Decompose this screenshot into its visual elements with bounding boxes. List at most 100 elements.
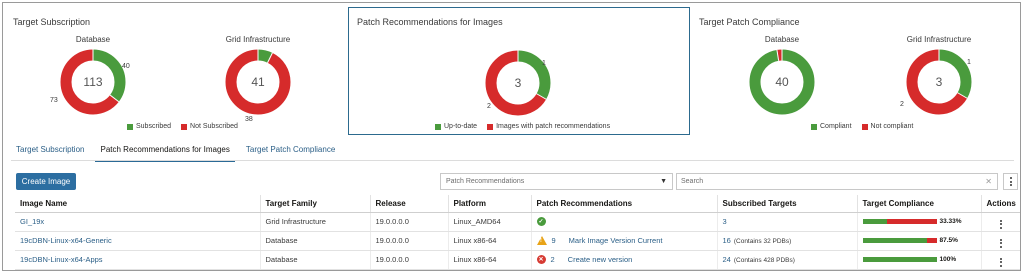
column-header[interactable]: Subscribed Targets (717, 195, 858, 213)
up-to-date-count: 1 (542, 60, 546, 67)
legend-item: Not compliant (861, 123, 913, 130)
recommendation-count[interactable]: 9 (552, 236, 556, 245)
compliance-bar (862, 238, 937, 243)
pdb-note: (Contains 32 PDBs) (733, 238, 792, 245)
legend-label: Subscribed (136, 123, 172, 130)
image-name-link[interactable]: 19cDBN-Linux-x64-Apps (15, 250, 261, 270)
release: 19.0.0.0.0 (370, 250, 449, 270)
not-subscribed-count: 73 (50, 97, 58, 104)
compliance-bar (862, 219, 937, 224)
mark-image-version-current-link[interactable]: Mark Image Version Current (569, 236, 663, 245)
recommendations-count: 2 (487, 103, 491, 110)
image-name-link[interactable]: 19cDBN-Linux-x64-Generic (15, 231, 261, 251)
donut-chart: 41 (225, 49, 291, 115)
table-row[interactable]: 19cDBN-Linux-x64-Apps Database 19.0.0.0.… (15, 250, 1020, 270)
red-swatch (861, 123, 868, 130)
search-input[interactable]: Search ✕ (676, 173, 998, 190)
target-compliance-cell: 100% (857, 250, 982, 270)
table-row[interactable]: 19cDBN-Linux-x64-Generic Database 19.0.0… (15, 231, 1020, 251)
patch-recommendations-card[interactable]: Patch Recommendations for Images 3 1 2 U… (348, 7, 690, 135)
card-title: Patch Recommendations for Images (357, 17, 503, 27)
chevron-down-icon: ▼ (660, 178, 667, 185)
row-actions-button[interactable] (999, 257, 1002, 267)
database-donut[interactable]: Database 113 40 73 (50, 35, 130, 115)
compliance-percent: 100% (939, 256, 957, 263)
legend-item: Subscribed (127, 123, 171, 130)
patch-recommendations-cell: ! 9 Mark Image Version Current (531, 231, 718, 251)
target-subscription-card: Target Subscription Database 113 40 73 G… (5, 8, 343, 132)
target-family: Database (260, 250, 371, 270)
donut-chart: 3 (485, 50, 551, 116)
donut-label: Database (764, 35, 800, 44)
subscribed-targets-link[interactable]: 3 (723, 217, 727, 226)
donut-total: 3 (936, 75, 943, 89)
summary-cards: Target Subscription Database 113 40 73 G… (3, 3, 1020, 135)
legend-item: Compliant (811, 123, 852, 130)
column-header[interactable]: Target Family (260, 195, 371, 213)
create-image-button[interactable]: Create Image (16, 173, 76, 190)
column-header: Actions (981, 195, 1020, 213)
donut-chart: 40 (749, 49, 815, 115)
grid-donut[interactable]: Grid Infrastructure 3 1 2 (900, 35, 974, 115)
compliance-bar-fill (862, 219, 888, 224)
dashboard-frame: Target Subscription Database 113 40 73 G… (2, 2, 1021, 271)
donut-chart: 113 (60, 49, 126, 115)
platform: Linux_AMD64 (448, 212, 532, 232)
compliance-bar (862, 257, 937, 262)
filter-select[interactable]: Patch Recommendations ▼ (440, 173, 673, 190)
legend: Subscribed Not Subscribed (127, 123, 238, 130)
column-header[interactable]: Image Name (15, 195, 261, 213)
target-family: Database (260, 231, 371, 251)
compliance-percent: 33.33% (939, 218, 962, 225)
toolbar-more-button[interactable] (1003, 173, 1018, 190)
recommendation-count[interactable]: 2 (551, 255, 555, 264)
subscribed-targets-cell: 16 (Contains 32 PDBs) (717, 231, 858, 251)
create-new-version-link[interactable]: Create new version (568, 255, 633, 264)
image-name-link[interactable]: GI_19x (15, 212, 261, 232)
search-placeholder: Search (681, 178, 704, 185)
actions-cell (981, 212, 1020, 232)
subscribed-targets-link[interactable]: 24 (723, 255, 731, 264)
compliance-percent: 87.5% (939, 237, 958, 244)
legend-label: Up-to-date (444, 123, 478, 130)
target-patch-compliance-card: Target Patch Compliance Database 40 Grid… (691, 8, 1020, 132)
subscribed-count: 40 (122, 63, 130, 70)
target-family: Grid Infrastructure (260, 212, 371, 232)
column-header[interactable]: Release (370, 195, 449, 213)
red-swatch (487, 123, 494, 130)
donut-total: 113 (83, 75, 102, 89)
row-actions-button[interactable] (999, 238, 1002, 248)
release: 19.0.0.0.0 (370, 212, 449, 232)
warning-icon: ! (536, 236, 547, 245)
row-actions-button[interactable] (999, 219, 1002, 229)
donut-total: 41 (251, 75, 265, 89)
column-header[interactable]: Patch Recommendations (531, 195, 718, 213)
compliant-count: 1 (967, 59, 971, 66)
patch-recommendations-cell: ✓ (531, 212, 718, 232)
platform: Linux x86-64 (448, 250, 532, 270)
not-subscribed-count: 38 (245, 116, 253, 123)
images-table: Image Name Target Family Release Platfor… (15, 195, 1020, 270)
patch-donut[interactable]: 3 1 2 (483, 48, 553, 118)
pdb-note: (Contains 428 PDBs) (733, 257, 795, 264)
target-compliance-cell: 87.5% (857, 231, 982, 251)
grid-donut[interactable]: Grid Infrastructure 41 38 (223, 35, 293, 123)
subscribed-targets-link[interactable]: 16 (723, 236, 731, 245)
error-icon: ✕ (536, 255, 546, 264)
donut-label: Database (75, 35, 111, 44)
table-row[interactable]: GI_19x Grid Infrastructure 19.0.0.0.0 Li… (15, 212, 1020, 232)
actions-cell (981, 250, 1020, 270)
column-header[interactable]: Target Compliance (857, 195, 982, 213)
target-compliance-cell: 33.33% (857, 212, 982, 232)
subscribed-targets-cell: 24 (Contains 428 PDBs) (717, 250, 858, 270)
green-swatch (811, 123, 817, 130)
column-header[interactable]: Platform (448, 195, 532, 213)
compliance-bar-fill (862, 257, 937, 262)
legend: Up-to-date Images with patch recommendat… (435, 123, 610, 130)
green-swatch (435, 123, 441, 130)
donut-label: Grid Infrastructure (906, 35, 972, 44)
clear-icon[interactable]: ✕ (985, 177, 992, 186)
legend-label: Compliant (820, 123, 852, 130)
tab-divider (11, 160, 1014, 161)
database-donut[interactable]: Database 40 (747, 35, 817, 115)
